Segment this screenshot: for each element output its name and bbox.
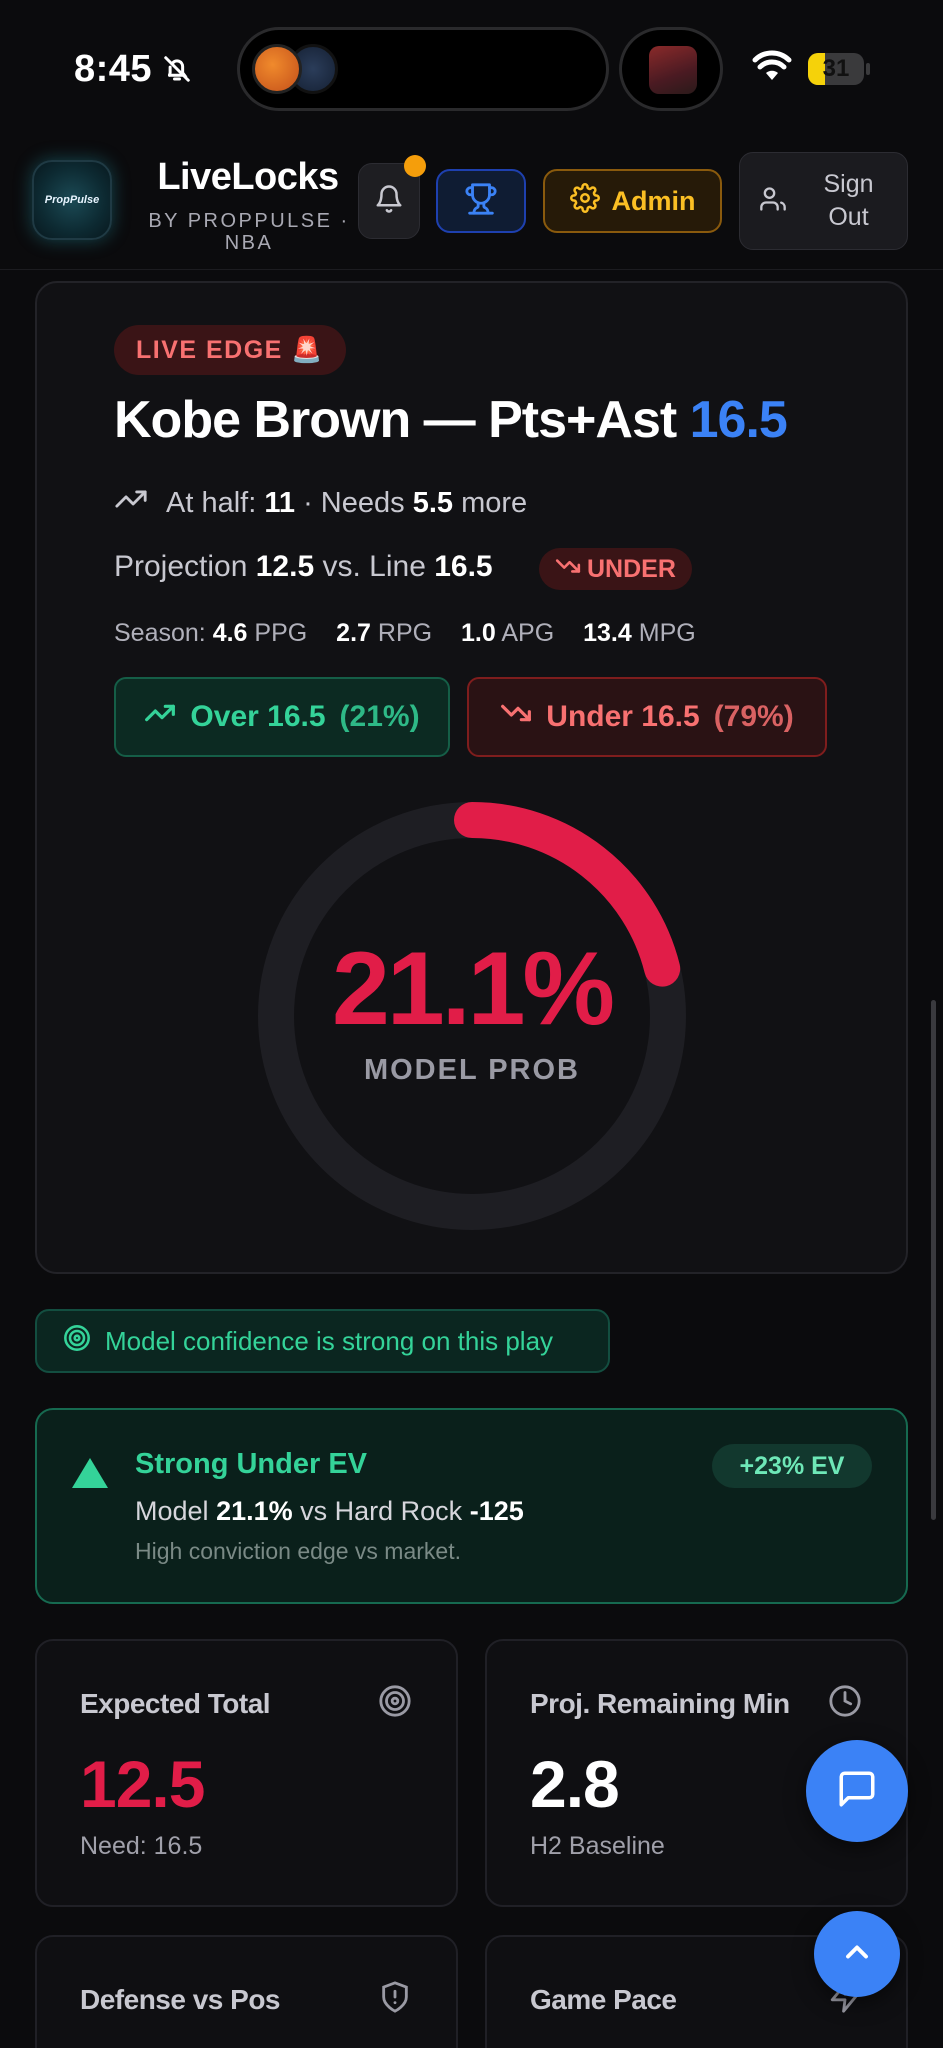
under-label: Under 16.5 bbox=[546, 700, 700, 733]
apg-value: 1.0 bbox=[461, 619, 496, 647]
scroll-top-button[interactable] bbox=[814, 1911, 900, 1997]
needs-label: · Needs bbox=[303, 486, 405, 519]
needs-suffix: more bbox=[461, 486, 528, 519]
live-edge-label: LIVE EDGE 🚨 bbox=[136, 335, 324, 364]
target-icon bbox=[63, 1324, 91, 1359]
live-edge-badge: LIVE EDGE 🚨 bbox=[114, 325, 346, 375]
admin-button[interactable]: Admin bbox=[543, 169, 722, 233]
season-stats: Season: 4.6 PPG 2.7 RPG 1.0 APG 13.4 MPG bbox=[114, 619, 696, 648]
stat-label: Defense vs Pos bbox=[80, 1984, 281, 2015]
dynamic-island[interactable] bbox=[237, 27, 609, 111]
over-pct: (21%) bbox=[339, 700, 420, 733]
stat-value: 2.8 bbox=[530, 1747, 620, 1821]
brand-subtitle: BY PROPPULSE · NBA bbox=[148, 210, 350, 254]
brand-title: LiveLocks bbox=[157, 156, 339, 198]
stat-sub: Need: 16.5 bbox=[80, 1832, 203, 1860]
ppg-unit: PPG bbox=[254, 619, 308, 647]
confidence-banner: Model confidence is strong on this play bbox=[35, 1309, 610, 1373]
shield-icon bbox=[378, 1980, 412, 2019]
trending-up-icon bbox=[144, 697, 176, 737]
model-prob-value: 21.1% bbox=[332, 931, 615, 1047]
battery-icon: 31 bbox=[808, 53, 864, 85]
leaderboard-button[interactable] bbox=[436, 169, 526, 233]
ev-book: vs Hard Rock bbox=[300, 1496, 463, 1526]
live-activity-thumbnail[interactable] bbox=[619, 27, 723, 111]
bell-off-icon bbox=[162, 52, 192, 91]
half-label: At half: bbox=[166, 486, 257, 519]
status-time: 8:45 bbox=[74, 48, 153, 90]
trending-down-icon bbox=[500, 697, 532, 737]
over-pick-button[interactable]: Over 16.5 (21%) bbox=[114, 677, 450, 757]
trending-up-icon bbox=[114, 482, 148, 524]
sign-out-label: Sign Out bbox=[823, 170, 874, 231]
rpg-unit: RPG bbox=[377, 619, 433, 647]
projection-value: 12.5 bbox=[255, 550, 315, 583]
halftime-status: At half: 11 · Needs 5.5 more bbox=[114, 482, 527, 524]
wifi-icon bbox=[752, 50, 792, 87]
stat-label: Game Pace bbox=[530, 1984, 677, 2015]
direction-badge: UNDER bbox=[539, 548, 692, 590]
battery-level: 31 bbox=[822, 55, 850, 82]
mpg-value: 13.4 bbox=[583, 619, 632, 647]
half-value: 11 bbox=[264, 486, 296, 519]
player-prop-title: Kobe Brown — Pts+Ast 16.5 bbox=[114, 390, 788, 450]
triangle-up-icon bbox=[72, 1458, 108, 1488]
chat-button[interactable] bbox=[806, 1740, 908, 1842]
player-stat-label: Kobe Brown — Pts+Ast bbox=[114, 391, 677, 449]
ev-badge: +23% EV bbox=[712, 1444, 872, 1488]
over-label: Over 16.5 bbox=[190, 700, 326, 733]
needs-value: 5.5 bbox=[412, 486, 454, 519]
confidence-text: Model confidence is strong on this play bbox=[105, 1325, 554, 1356]
app-header: PropPulse LiveLocks BY PROPPULSE · NBA A… bbox=[0, 140, 943, 270]
target-icon bbox=[378, 1684, 412, 1723]
stat-sub: H2 Baseline bbox=[530, 1832, 665, 1860]
notification-dot bbox=[404, 155, 426, 177]
stat-value: 12.5 bbox=[80, 1747, 205, 1821]
scrollbar[interactable] bbox=[931, 1000, 936, 1520]
ppg-value: 4.6 bbox=[212, 619, 248, 647]
ev-model-value: 21.1% bbox=[216, 1496, 293, 1526]
chevron-up-icon bbox=[839, 1934, 875, 1975]
stat-label: Expected Total bbox=[80, 1688, 271, 1719]
vs-line-value: 16.5 bbox=[434, 550, 493, 583]
rpg-value: 2.7 bbox=[336, 619, 371, 647]
status-bar: 8:45 31 bbox=[0, 0, 943, 140]
under-pct: (79%) bbox=[713, 700, 794, 733]
direction-label: UNDER bbox=[587, 554, 676, 583]
trending-down-icon bbox=[555, 553, 581, 586]
app-logo[interactable]: PropPulse bbox=[32, 160, 112, 240]
ev-comparison: Model 21.1% vs Hard Rock -125 bbox=[135, 1496, 524, 1527]
ev-odds: -125 bbox=[469, 1496, 524, 1526]
stat-label: Proj. Remaining Min bbox=[530, 1688, 790, 1719]
bell-icon bbox=[374, 184, 404, 219]
logo-text: PropPulse bbox=[44, 194, 100, 206]
users-icon bbox=[759, 185, 787, 218]
message-square-icon bbox=[836, 1768, 878, 1815]
avatar bbox=[649, 46, 697, 94]
gear-icon bbox=[569, 182, 600, 220]
apg-unit: APG bbox=[501, 619, 555, 647]
ev-note: High conviction edge vs market. bbox=[135, 1538, 461, 1564]
trophy-icon bbox=[464, 182, 498, 221]
admin-label: Admin bbox=[611, 185, 696, 216]
sign-out-button[interactable]: Sign Out bbox=[739, 152, 908, 250]
ev-model-label: Model bbox=[135, 1496, 209, 1526]
clock-icon bbox=[828, 1684, 862, 1723]
team-logo-icon bbox=[252, 44, 302, 94]
projection-row: Projection 12.5 vs. Line 16.5 bbox=[114, 550, 493, 584]
prop-line-value: 16.5 bbox=[689, 391, 788, 449]
vs-line-label: vs. Line bbox=[322, 550, 426, 583]
mpg-unit: MPG bbox=[638, 619, 696, 647]
projection-label: Projection bbox=[114, 550, 248, 583]
under-pick-button[interactable]: Under 16.5 (79%) bbox=[467, 677, 827, 757]
ev-title: Strong Under EV bbox=[135, 1448, 368, 1480]
model-prob-label: MODEL PROB bbox=[363, 1054, 581, 1086]
season-label: Season: bbox=[114, 619, 206, 647]
